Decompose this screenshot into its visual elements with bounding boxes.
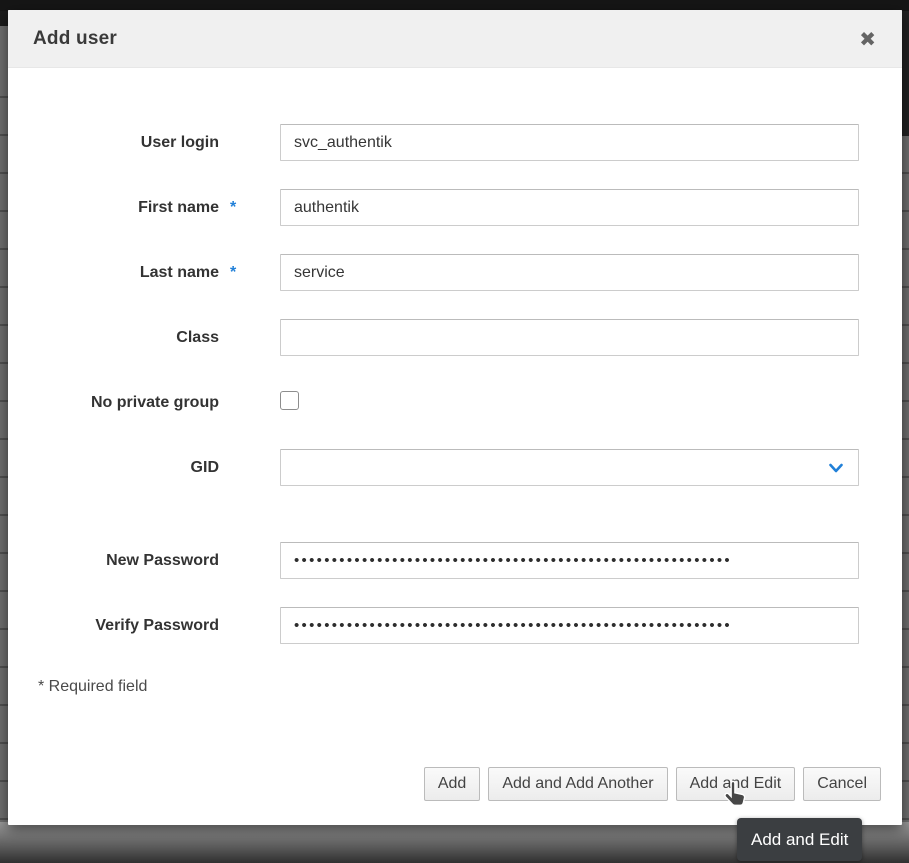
required-asterisk: * — [219, 199, 280, 217]
last-name-label: Last name — [38, 264, 219, 282]
field-row-first-name: First name * — [38, 189, 902, 226]
user-login-input[interactable] — [280, 124, 859, 161]
field-row-last-name: Last name * — [38, 254, 902, 291]
no-private-group-checkbox[interactable] — [280, 391, 299, 410]
dialog-body: User login First name * Last name * Clas… — [8, 68, 902, 696]
dialog-footer: Add Add and Add Another Add and Edit Can… — [424, 767, 881, 801]
class-input[interactable] — [280, 319, 859, 356]
backdrop-top-right — [902, 11, 909, 136]
add-and-edit-tooltip: Add and Edit — [737, 818, 862, 861]
first-name-input[interactable] — [280, 189, 859, 226]
backdrop-top-left — [0, 11, 8, 26]
new-password-label: New Password — [38, 552, 219, 570]
no-private-group-label: No private group — [38, 394, 219, 412]
section-spacer — [38, 514, 902, 542]
gid-label: GID — [38, 459, 219, 477]
field-row-gid: GID — [38, 449, 902, 486]
add-user-dialog: Add user ✖ User login First name * Last … — [8, 10, 902, 825]
required-field-note: * Required field — [38, 678, 902, 696]
add-button[interactable]: Add — [424, 767, 480, 801]
field-row-verify-password: Verify Password — [38, 607, 902, 644]
field-row-class: Class — [38, 319, 902, 356]
first-name-label: First name — [38, 199, 219, 217]
verify-password-input[interactable] — [280, 607, 859, 644]
add-and-add-another-button[interactable]: Add and Add Another — [488, 767, 667, 801]
cancel-button[interactable]: Cancel — [803, 767, 881, 801]
verify-password-label: Verify Password — [38, 617, 219, 635]
tooltip-text: Add and Edit — [751, 830, 848, 850]
add-and-edit-button[interactable]: Add and Edit — [676, 767, 796, 801]
user-login-label: User login — [38, 134, 219, 152]
dialog-title: Add user — [33, 28, 117, 50]
close-icon[interactable]: ✖ — [859, 29, 876, 49]
required-asterisk: * — [219, 264, 280, 282]
gid-select[interactable] — [280, 449, 859, 486]
field-row-user-login: User login — [38, 124, 902, 161]
dialog-header: Add user ✖ — [8, 10, 902, 68]
new-password-input[interactable] — [280, 542, 859, 579]
field-row-no-private-group: No private group — [38, 384, 902, 421]
field-row-new-password: New Password — [38, 542, 902, 579]
last-name-input[interactable] — [280, 254, 859, 291]
class-label: Class — [38, 329, 219, 347]
